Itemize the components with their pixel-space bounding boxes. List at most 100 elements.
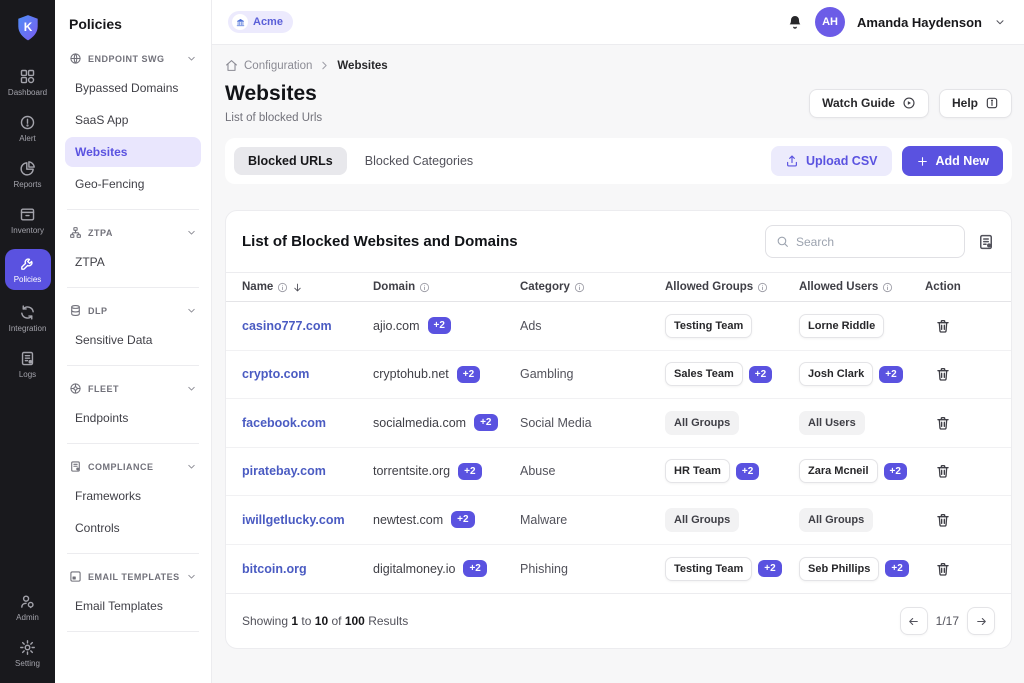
add-new-button[interactable]: Add New	[902, 146, 1003, 176]
section-header-compliance[interactable]: COMPLIANCE	[65, 454, 201, 479]
cell-allowed-users: Lorne Riddle	[799, 314, 925, 338]
domain-more-badge[interactable]: +2	[463, 560, 486, 577]
breadcrumb-parent[interactable]: Configuration	[244, 60, 312, 72]
watch-guide-button[interactable]: Watch Guide	[809, 89, 929, 118]
brand-shield-logo[interactable]: K	[15, 14, 41, 42]
sidebar-item-saas-app[interactable]: SaaS App	[65, 105, 201, 135]
arrow-down-icon[interactable]	[292, 282, 303, 293]
delete-row-button[interactable]	[935, 561, 951, 577]
cell-allowed-groups: Testing Team +2	[665, 557, 799, 581]
next-page-button[interactable]	[967, 607, 995, 635]
table-row: iwillgetlucky.comnewtest.com+2MalwareAll…	[226, 496, 1011, 545]
user-menu-chevron-down-icon[interactable]	[994, 16, 1006, 28]
domain-more-badge[interactable]: +2	[457, 366, 480, 383]
rail-item-logs[interactable]: Logs	[5, 347, 51, 382]
tab-blocked-urls[interactable]: Blocked URLs	[234, 147, 347, 175]
section-header-endpoint-swg[interactable]: ENDPOINT SWG	[65, 46, 201, 71]
page-header-text: Websites List of blocked Urls	[225, 82, 322, 124]
allowed-groups-more-badge[interactable]: +2	[749, 366, 772, 383]
rail-item-policies[interactable]: Policies	[5, 249, 51, 290]
section-header-ztpa[interactable]: ZTPA	[65, 220, 201, 245]
upload-csv-button[interactable]: Upload CSV	[771, 146, 892, 176]
section-header-dlp[interactable]: DLP	[65, 298, 201, 323]
website-name-link[interactable]: iwillgetlucky.com	[242, 513, 345, 527]
sidebar-item-email-templates[interactable]: Email Templates	[65, 591, 201, 621]
sidebar-item-endpoints[interactable]: Endpoints	[65, 403, 201, 433]
delete-row-button[interactable]	[935, 366, 951, 382]
rail-item-alert[interactable]: Alert	[5, 111, 51, 146]
rail-item-inventory[interactable]: Inventory	[5, 203, 51, 238]
allowed-groups-more-badge[interactable]: +2	[758, 560, 781, 577]
column-header-allowed-users: Allowed Users	[799, 281, 925, 293]
website-name-link[interactable]: piratebay.com	[242, 464, 326, 478]
allowed-users-more-badge[interactable]: +2	[879, 366, 902, 383]
website-name-link[interactable]: casino777.com	[242, 319, 332, 333]
trash-icon	[935, 415, 951, 431]
rail-item-label: Reports	[13, 180, 41, 189]
sidebar-item-ztpa[interactable]: ZTPA	[65, 247, 201, 277]
allowed-groups-more-badge[interactable]: +2	[736, 463, 759, 480]
section-header-email-templates[interactable]: EMAIL TEMPLATES	[65, 564, 201, 589]
rail-item-reports[interactable]: Reports	[5, 157, 51, 192]
rail-item-integration[interactable]: Integration	[5, 301, 51, 336]
cell-category: Gambling	[520, 367, 665, 381]
sidebar-item-frameworks[interactable]: Frameworks	[65, 481, 201, 511]
delete-row-button[interactable]	[935, 318, 951, 334]
allowed-users-more-badge[interactable]: +2	[885, 560, 908, 577]
policies-sidebar: Policies ENDPOINT SWGBypassed DomainsSaa…	[55, 0, 212, 683]
sidebar-item-geo-fencing[interactable]: Geo-Fencing	[65, 169, 201, 199]
info-circle-icon	[574, 282, 585, 293]
tab-blocked-categories[interactable]: Blocked Categories	[351, 147, 487, 175]
allowed-groups-chip: Testing Team	[665, 557, 752, 581]
cell-action	[925, 366, 995, 382]
delete-row-button[interactable]	[935, 512, 951, 528]
help-button[interactable]: Help	[939, 89, 1012, 118]
trash-icon	[935, 366, 951, 382]
domain-more-badge[interactable]: +2	[458, 463, 481, 480]
column-header-label: Domain	[373, 281, 415, 293]
org-switcher-badge[interactable]: Acme	[228, 11, 293, 33]
cell-allowed-users: Seb Phillips+2	[799, 557, 925, 581]
export-list-button[interactable]	[977, 233, 995, 251]
domain-more-badge[interactable]: +2	[451, 511, 474, 528]
home-icon[interactable]	[225, 59, 238, 72]
cell-category: Phishing	[520, 562, 665, 576]
previous-page-button[interactable]	[900, 607, 928, 635]
domain-text: ajio.com	[373, 319, 420, 333]
card-title: List of Blocked Websites and Domains	[242, 233, 518, 250]
allowed-users-more-badge[interactable]: +2	[884, 463, 907, 480]
notifications-bell-icon[interactable]	[787, 14, 803, 30]
rail-item-dashboard[interactable]: Dashboard	[5, 65, 51, 100]
sidebar-item-controls[interactable]: Controls	[65, 513, 201, 543]
section-label: DLP	[88, 306, 180, 316]
search-input[interactable]	[796, 235, 954, 249]
rail-item-setting[interactable]: Setting	[5, 636, 51, 671]
domain-more-badge[interactable]: +2	[474, 414, 497, 431]
allowed-groups-chip: All Groups	[665, 508, 739, 532]
delete-row-button[interactable]	[935, 415, 951, 431]
website-name-link[interactable]: facebook.com	[242, 416, 326, 430]
svg-text:K: K	[23, 20, 32, 34]
main-area: Acme AH Amanda Haydenson Configuration W…	[212, 0, 1024, 683]
website-name-link[interactable]: bitcoin.org	[242, 562, 307, 576]
website-name-link[interactable]: crypto.com	[242, 367, 309, 381]
info-circle-icon	[419, 282, 430, 293]
user-avatar[interactable]: AH	[815, 7, 845, 37]
domain-more-badge[interactable]: +2	[428, 317, 451, 334]
arrow-left-icon	[907, 615, 920, 628]
cell-allowed-users: All Groups	[799, 508, 925, 532]
rail-item-admin[interactable]: Admin	[5, 590, 51, 625]
domain-text: torrentsite.org	[373, 464, 450, 478]
delete-row-button[interactable]	[935, 463, 951, 479]
info-circle-icon	[882, 282, 893, 293]
sidebar-item-websites[interactable]: Websites	[65, 137, 201, 167]
column-header-label: Name	[242, 281, 273, 293]
sidebar-item-sensitive-data[interactable]: Sensitive Data	[65, 325, 201, 355]
table-row: crypto.comcryptohub.net+2GamblingSales T…	[226, 351, 1011, 400]
user-name[interactable]: Amanda Haydenson	[857, 15, 982, 30]
inventory-icon	[19, 206, 36, 223]
section-header-fleet[interactable]: FLEET	[65, 376, 201, 401]
sidebar-item-bypassed-domains[interactable]: Bypassed Domains	[65, 73, 201, 103]
table-row: facebook.comsocialmedia.com+2Social Medi…	[226, 399, 1011, 448]
domain-text: socialmedia.com	[373, 416, 466, 430]
